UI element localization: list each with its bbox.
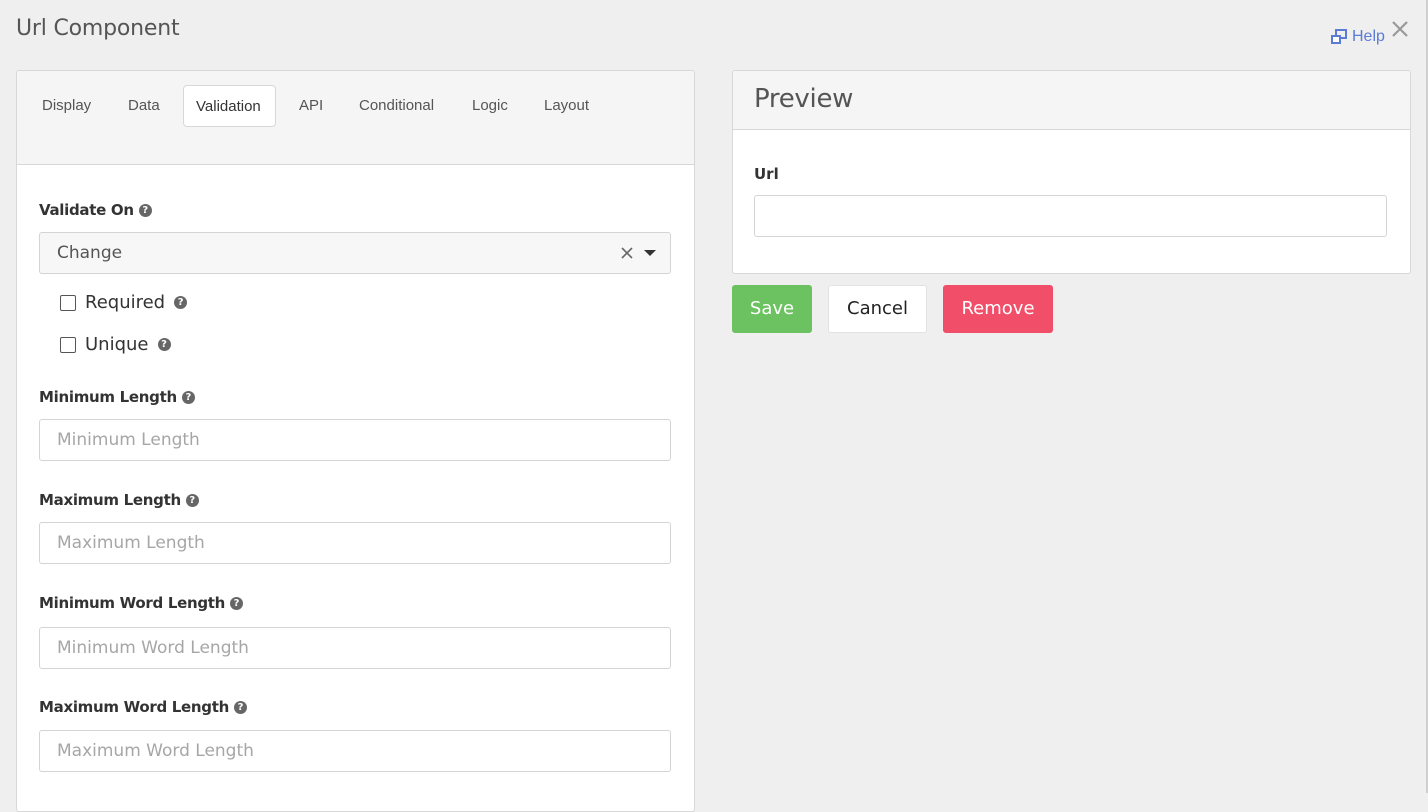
unique-option: Unique ? — [60, 334, 171, 355]
question-circle-icon[interactable]: ? — [181, 390, 195, 404]
maximum-length-input[interactable] — [39, 522, 671, 564]
question-circle-icon[interactable]: ? — [234, 700, 247, 714]
dialog-title: Url Component — [16, 16, 180, 41]
minimum-word-length-input[interactable] — [39, 627, 671, 669]
preview-title: Preview — [754, 84, 854, 114]
select-value: Change — [57, 243, 123, 263]
url-input[interactable] — [754, 195, 1387, 237]
help-label: Help — [1352, 28, 1385, 45]
required-label: Required — [85, 292, 166, 313]
tab-api[interactable]: API — [287, 85, 335, 127]
remove-button[interactable]: Remove — [943, 285, 1053, 333]
maximum-length-label: Maximum Length ? — [39, 491, 199, 509]
tab-layout[interactable]: Layout — [532, 85, 601, 127]
close-button[interactable] — [1389, 18, 1411, 40]
minimum-length-label: Minimum Length ? — [39, 388, 195, 406]
tab-validation[interactable]: Validation — [183, 85, 276, 127]
preview-panel: Preview Url — [732, 70, 1411, 274]
required-checkbox[interactable] — [60, 294, 76, 311]
required-option: Required ? — [60, 292, 188, 313]
preview-header: Preview — [733, 71, 1410, 130]
external-window-icon — [1330, 29, 1348, 45]
settings-panel: Display Data Validation API Conditional … — [16, 70, 695, 812]
maximum-word-length-label: Maximum Word Length ? — [39, 698, 247, 716]
tab-bar: Display Data Validation API Conditional … — [17, 71, 694, 165]
question-circle-icon[interactable]: ? — [138, 203, 152, 217]
minimum-length-input[interactable] — [39, 419, 671, 461]
cancel-button[interactable]: Cancel — [828, 285, 927, 333]
tab-display[interactable]: Display — [30, 85, 103, 127]
tab-data[interactable]: Data — [116, 85, 172, 127]
url-field-label: Url — [754, 165, 779, 183]
maximum-word-length-input[interactable] — [39, 730, 671, 772]
minimum-word-length-label: Minimum Word Length ? — [39, 594, 244, 612]
question-circle-icon[interactable]: ? — [174, 296, 188, 309]
unique-label: Unique — [85, 334, 149, 355]
tab-logic[interactable]: Logic — [460, 85, 520, 127]
clear-x-icon[interactable] — [619, 245, 635, 261]
tab-conditional[interactable]: Conditional — [347, 85, 446, 127]
unique-checkbox[interactable] — [60, 336, 76, 353]
question-circle-icon[interactable]: ? — [157, 338, 171, 351]
validate-on-label: Validate On ? — [39, 201, 152, 219]
caret-down-icon[interactable] — [644, 250, 656, 256]
validate-on-select[interactable]: Change — [39, 232, 671, 274]
question-circle-icon[interactable]: ? — [230, 596, 244, 610]
help-link[interactable]: Help — [1330, 28, 1385, 46]
close-icon — [1392, 21, 1408, 37]
save-button[interactable]: Save — [732, 285, 812, 333]
question-circle-icon[interactable]: ? — [185, 493, 199, 507]
